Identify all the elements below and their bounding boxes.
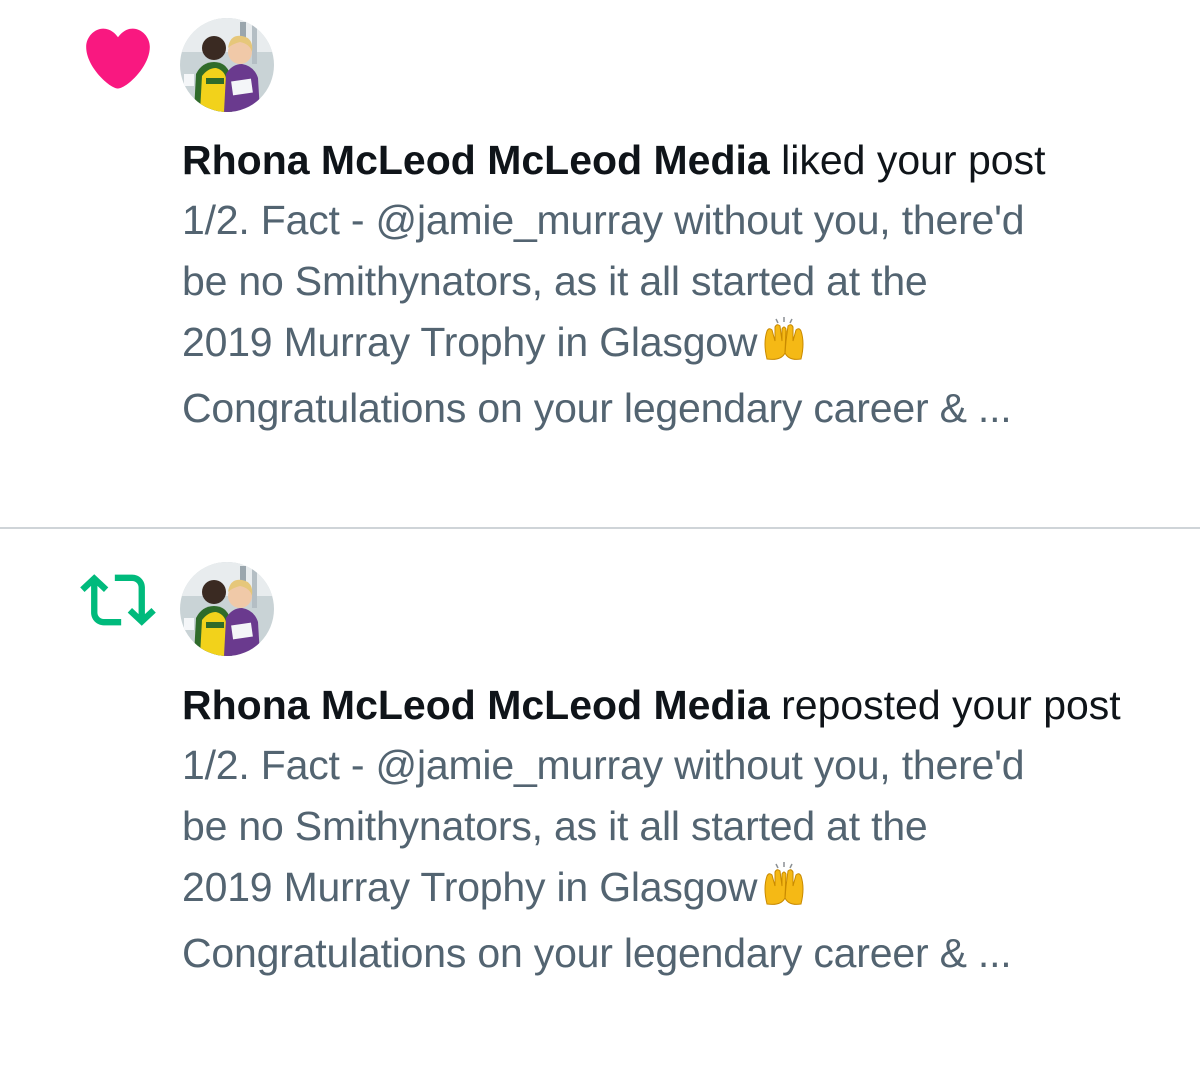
- preview-line-text: 2019 Murray Trophy in Glasgow: [182, 864, 758, 910]
- post-preview[interactable]: 1/2. Fact - @jamie_murray without you, t…: [182, 190, 1178, 439]
- preview-line: Congratulations on your legendary career…: [182, 930, 1012, 976]
- preview-line: be no Smithynators, as it all started at…: [182, 258, 928, 304]
- raising-hands-emoji-icon: [761, 317, 807, 378]
- notification-like[interactable]: Rhona McLeod McLeod Media liked your pos…: [0, 0, 1200, 528]
- avatar[interactable]: [180, 562, 274, 656]
- action-text: liked your post: [781, 137, 1046, 183]
- preview-line-with-emoji: 2019 Murray Trophy in Glasgow: [182, 857, 1178, 923]
- preview-line-text: 2019 Murray Trophy in Glasgow: [182, 319, 758, 365]
- preview-line: 1/2. Fact - @jamie_murray without you, t…: [182, 742, 1025, 788]
- preview-line: 1/2. Fact - @jamie_murray without you, t…: [182, 197, 1025, 243]
- preview-line: Congratulations on your legendary career…: [182, 385, 1012, 431]
- notification-content: Rhona McLeod McLeod Media reposted your …: [182, 675, 1178, 984]
- post-preview[interactable]: 1/2. Fact - @jamie_murray without you, t…: [182, 735, 1178, 984]
- notification-headline: Rhona McLeod McLeod Media reposted your …: [182, 675, 1178, 735]
- raising-hands-emoji-icon: [761, 862, 807, 923]
- divider: [0, 527, 1200, 529]
- notification-repost[interactable]: Rhona McLeod McLeod Media reposted your …: [0, 530, 1200, 1073]
- heart-icon: [80, 20, 156, 96]
- actor-name[interactable]: Rhona McLeod McLeod Media: [182, 682, 770, 728]
- preview-line: be no Smithynators, as it all started at…: [182, 803, 928, 849]
- notification-headline: Rhona McLeod McLeod Media liked your pos…: [182, 130, 1178, 190]
- actor-name[interactable]: Rhona McLeod McLeod Media: [182, 137, 770, 183]
- preview-line-with-emoji: 2019 Murray Trophy in Glasgow: [182, 312, 1178, 378]
- notification-content: Rhona McLeod McLeod Media liked your pos…: [182, 130, 1178, 439]
- avatar[interactable]: [180, 18, 274, 112]
- repost-icon: [80, 562, 156, 638]
- action-text: reposted your post: [781, 682, 1121, 728]
